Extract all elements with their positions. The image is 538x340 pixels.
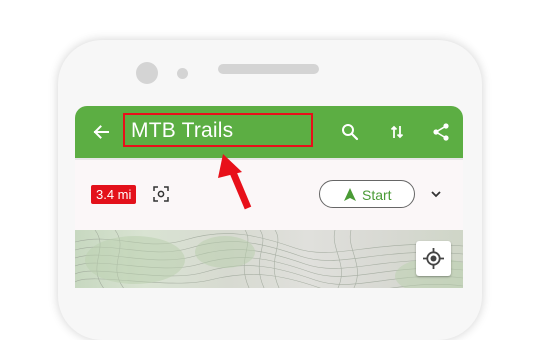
title-highlight-box [123, 113, 313, 147]
start-button[interactable]: Start [319, 180, 415, 208]
front-camera [136, 62, 158, 84]
back-arrow-icon[interactable] [91, 122, 111, 142]
search-icon[interactable] [340, 122, 360, 142]
my-location-icon [423, 248, 444, 269]
my-location-button[interactable] [416, 241, 451, 276]
chevron-down-icon[interactable] [430, 189, 442, 199]
start-button-label: Start [362, 187, 392, 203]
topographic-map[interactable] [75, 230, 463, 288]
app-screen: MTB Trails 3.4 mi Start [75, 106, 463, 288]
distance-badge: 3.4 mi [91, 185, 137, 204]
earpiece-speaker [218, 64, 319, 74]
navigation-arrow-icon [344, 188, 356, 201]
scan-icon[interactable] [153, 186, 169, 202]
share-icon[interactable] [431, 122, 451, 142]
red-pointer-arrow-icon [218, 154, 252, 210]
app-bar: MTB Trails [75, 106, 463, 158]
proximity-sensor [177, 68, 188, 79]
map-contour-lines [75, 230, 463, 288]
sort-icon[interactable] [387, 122, 407, 142]
route-summary-card: 3.4 mi Start [75, 160, 463, 230]
